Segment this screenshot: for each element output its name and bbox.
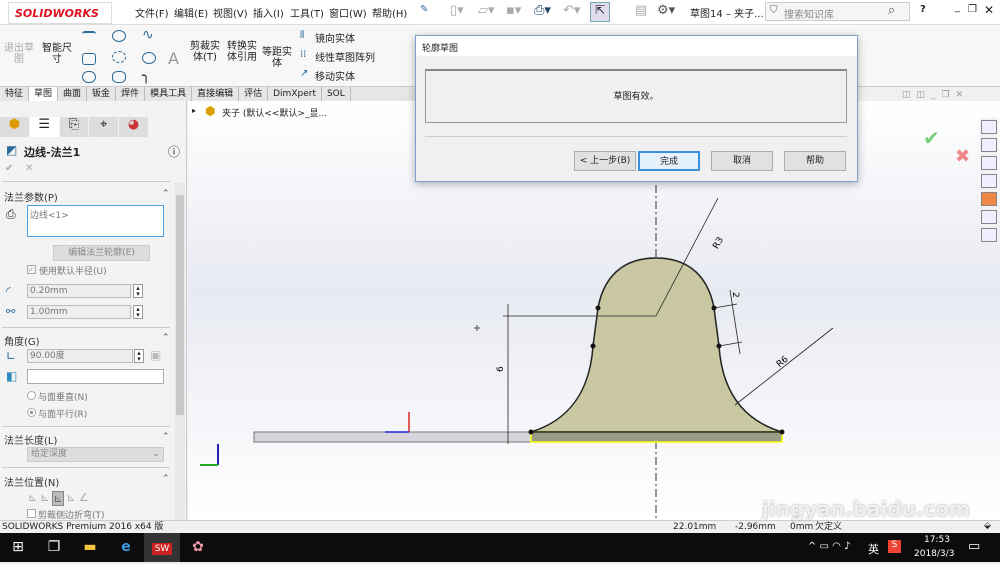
tag-icon[interactable]: ⬙: [984, 520, 991, 532]
file-explorer-icon[interactable]: ▬: [72, 533, 108, 562]
y-coordinate: -2.96mm: [735, 522, 776, 532]
task-pane: [980, 118, 998, 243]
base-flange: [253, 431, 532, 443]
dialog-message: 草图有效。: [425, 69, 847, 123]
resources-icon[interactable]: [981, 138, 997, 152]
status-bar: SOLIDWORKS Premium 2016 x64 版 22.01mm -2…: [0, 520, 1000, 533]
dim-r6[interactable]: R6: [775, 354, 791, 370]
finish-button[interactable]: 完成: [638, 151, 700, 171]
windows-start-icon[interactable]: ⊞: [0, 533, 36, 562]
custom-properties-icon[interactable]: [981, 210, 997, 224]
ime-indicator[interactable]: 英: [868, 541, 879, 557]
edge-browser-icon[interactable]: e: [108, 533, 144, 562]
dim-6[interactable]: 6: [496, 366, 506, 372]
clock-time[interactable]: 17:53: [924, 535, 950, 545]
dim-2[interactable]: 2: [730, 292, 740, 298]
task-view-icon[interactable]: ❐: [36, 533, 72, 562]
z-coordinate: 0mm: [790, 522, 814, 532]
profile-sketch-dialog: 轮廓草图 草图有效。 < 上一步(B) 完成 取消 帮助: [415, 35, 858, 182]
paint-icon[interactable]: ✿: [180, 533, 216, 562]
appearance-icon[interactable]: [981, 192, 997, 206]
windows-taskbar: ⊞ ❐ ▬ e SW ✿ ^ ▭ ◠ ♪ 英 S 17:53 2018/3/3 …: [0, 533, 1000, 562]
file-explorer-icon[interactable]: [981, 174, 997, 188]
cancel-button[interactable]: 取消: [711, 151, 773, 171]
tray-icons[interactable]: ^ ▭ ◠ ♪: [808, 541, 864, 552]
watermark: jingyan.baidu.com: [762, 497, 970, 521]
solidworks-taskbar-icon[interactable]: SW: [144, 533, 180, 562]
x-coordinate: 22.01mm: [673, 522, 717, 532]
help-button[interactable]: 帮助: [784, 151, 846, 171]
dim-r3[interactable]: R3: [711, 236, 726, 251]
back-button[interactable]: < 上一步(B): [574, 151, 636, 171]
forum-icon[interactable]: [981, 228, 997, 242]
notification-icon[interactable]: ▭: [968, 539, 980, 554]
clock-date[interactable]: 2018/3/3: [914, 549, 964, 559]
sogou-icon[interactable]: S: [888, 540, 901, 553]
selected-edge-highlight: [530, 431, 783, 443]
folder-icon[interactable]: [981, 156, 997, 170]
dialog-title: 轮廓草图: [416, 36, 857, 56]
sketch-state: 欠定义: [815, 522, 843, 532]
product-name: SOLIDWORKS Premium 2016 x64 版: [2, 522, 164, 532]
home-icon[interactable]: [981, 120, 997, 134]
sketch-profile[interactable]: [530, 257, 783, 433]
